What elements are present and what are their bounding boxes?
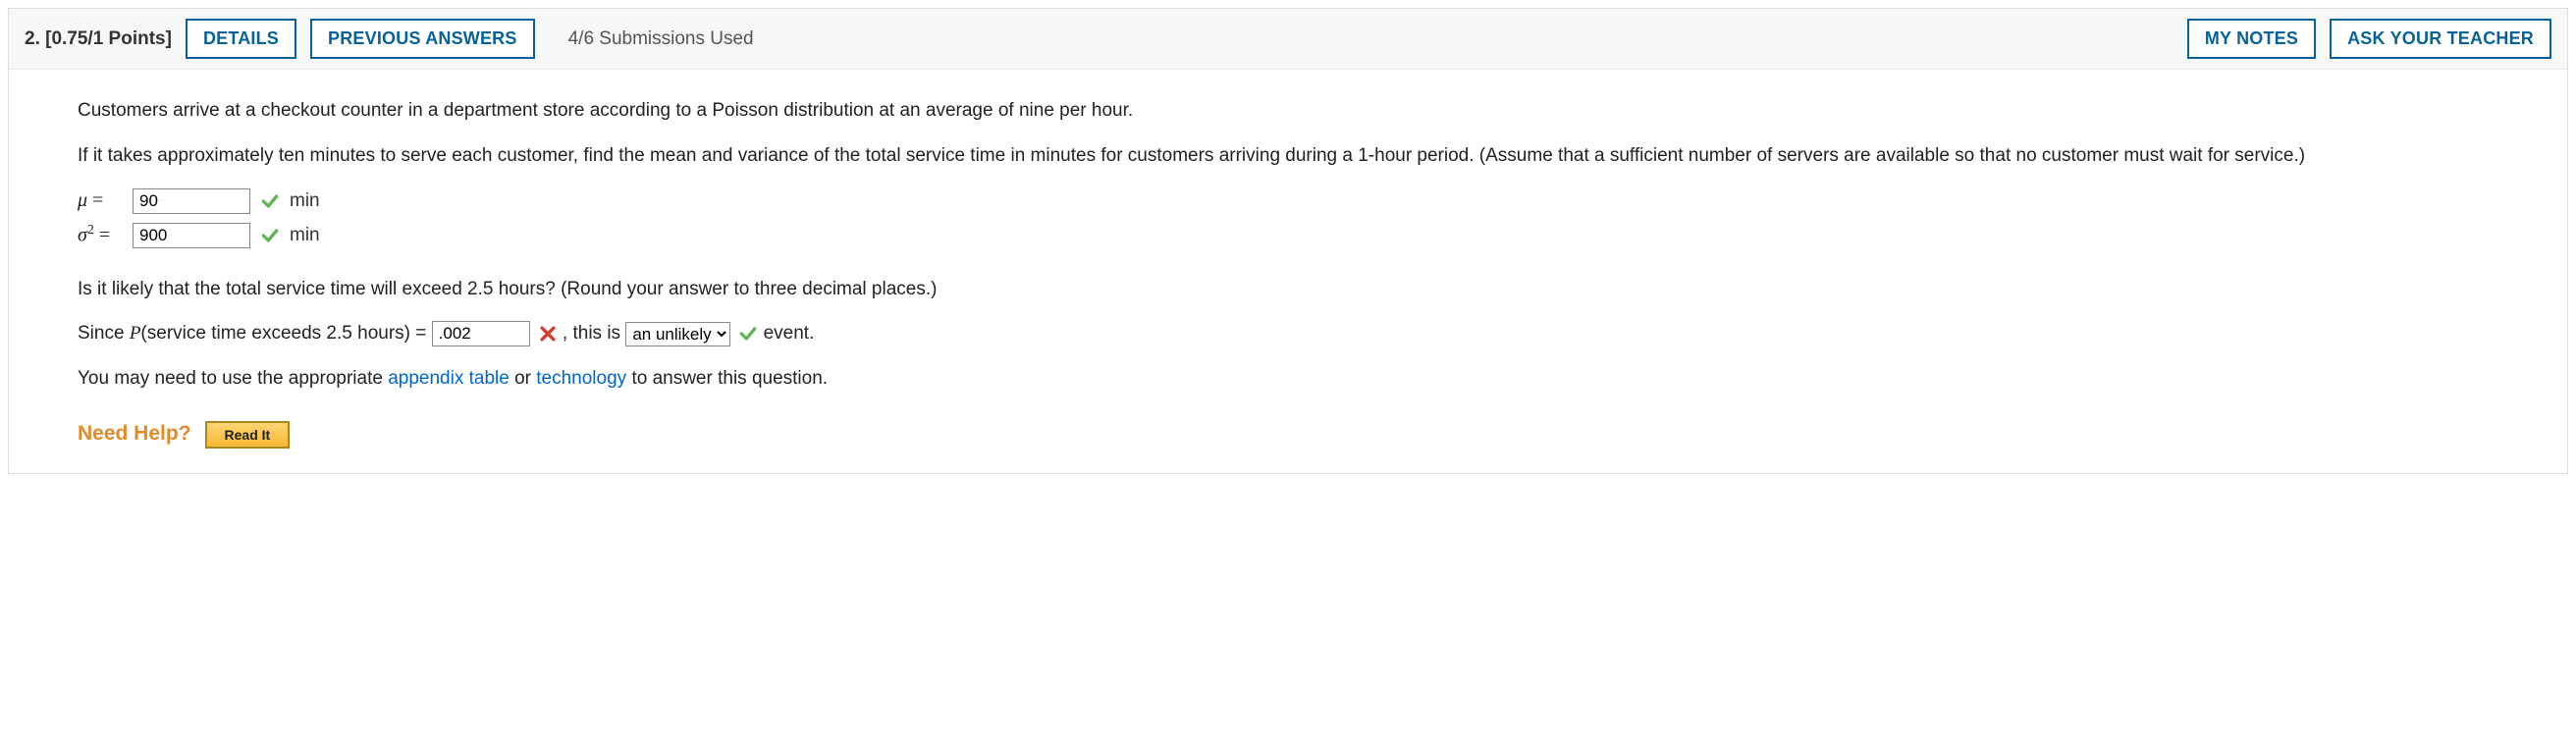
after-prob-text: , this is <box>563 323 625 344</box>
sigma-label: σ2 = <box>78 221 123 250</box>
check-icon <box>260 191 280 211</box>
appendix-table-link[interactable]: appendix table <box>388 368 510 389</box>
check-icon <box>738 324 758 344</box>
details-button[interactable]: DETAILS <box>186 19 296 59</box>
variance-row: σ2 = min <box>78 221 2498 250</box>
ask-teacher-button[interactable]: ASK YOUR TEACHER <box>2330 19 2551 59</box>
cross-icon <box>538 324 558 344</box>
check-icon <box>260 226 280 245</box>
mu-input[interactable] <box>133 188 250 214</box>
sigma-input[interactable] <box>133 223 250 248</box>
likelihood-dropdown[interactable]: an unlikely <box>625 322 730 346</box>
technology-link[interactable]: technology <box>536 368 626 389</box>
probability-sentence: Since P(service time exceeds 2.5 hours) … <box>78 320 2498 347</box>
previous-answers-button[interactable]: PREVIOUS ANSWERS <box>310 19 535 59</box>
since-text: Since P(service time exceeds 2.5 hours) … <box>78 323 432 344</box>
event-text: event. <box>764 323 815 344</box>
part1-text: If it takes approximately ten minutes to… <box>78 142 2498 170</box>
need-help-label: Need Help? <box>78 419 191 449</box>
question-number-points: 2. [0.75/1 Points] <box>25 28 172 50</box>
unit-min: min <box>290 187 320 215</box>
question-body: Customers arrive at a checkout counter i… <box>9 70 2567 473</box>
read-it-button[interactable]: Read It <box>205 421 291 449</box>
mu-label: μ = <box>78 186 123 215</box>
unit-min: min <box>290 222 320 249</box>
probability-input[interactable] <box>432 321 530 346</box>
part2-text: Is it likely that the total service time… <box>78 276 2498 303</box>
intro-text: Customers arrive at a checkout counter i… <box>78 97 2498 125</box>
question-header: 2. [0.75/1 Points] DETAILS PREVIOUS ANSW… <box>9 9 2567 70</box>
question-container: 2. [0.75/1 Points] DETAILS PREVIOUS ANSW… <box>8 8 2568 474</box>
mean-row: μ = min <box>78 186 2498 215</box>
help-row: Need Help? Read It <box>78 419 2498 449</box>
submissions-used: 4/6 Submissions Used <box>568 28 754 50</box>
my-notes-button[interactable]: MY NOTES <box>2187 19 2316 59</box>
appendix-note: You may need to use the appropriate appe… <box>78 365 2498 393</box>
